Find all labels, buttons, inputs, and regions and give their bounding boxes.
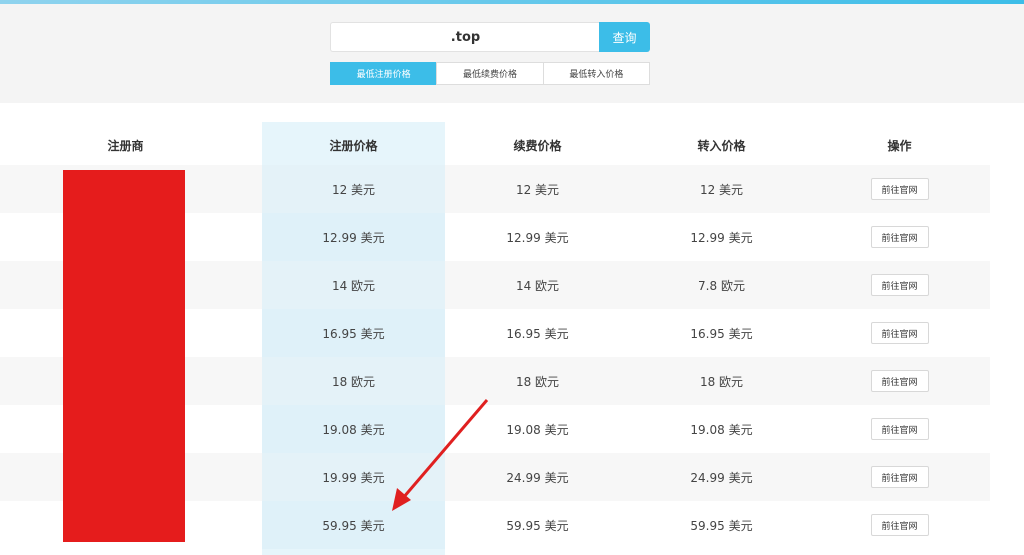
transfer-price-cell: 19.08 美元 [690, 422, 753, 437]
action-cell: 前往官网 [808, 309, 991, 357]
visit-website-button[interactable]: 前往官网 [870, 226, 929, 248]
action-cell: 前往官网 [808, 501, 991, 549]
renew-price-cell: 12.99 美元 [506, 230, 569, 245]
register-price-cell: 19.99 美元 [262, 453, 445, 501]
tab-lowest-register[interactable]: 最低注册价格 [330, 62, 438, 85]
register-price-cell: 19.08 美元 [262, 405, 445, 453]
renew-price-cell: 18 欧元 [515, 374, 560, 389]
tab-lowest-renew[interactable]: 最低续费价格 [436, 62, 544, 85]
visit-website-button[interactable]: 前往官网 [870, 514, 929, 536]
sort-tabs: 最低注册价格 最低续费价格 最低转入价格 [330, 62, 650, 85]
visit-website-button[interactable]: 前往官网 [870, 466, 929, 488]
transfer-price-cell: 24.99 美元 [690, 470, 753, 485]
transfer-price-cell: 18 欧元 [699, 374, 744, 389]
register-price-cell: 14 欧元 [262, 261, 445, 309]
search-button[interactable]: 查询 [599, 22, 650, 52]
renew-price-cell: 19.08 美元 [506, 422, 569, 437]
renew-price-cell: 14 欧元 [515, 278, 560, 293]
action-cell: 前往官网 [808, 405, 991, 453]
visit-website-button[interactable]: 前往官网 [870, 322, 929, 344]
renew-price-cell: 24.99 美元 [506, 470, 569, 485]
action-cell: 前往官网 [808, 213, 991, 261]
action-cell: 前往官网 [808, 453, 991, 501]
transfer-price-cell: 12.99 美元 [690, 230, 753, 245]
visit-website-button[interactable]: 前往官网 [870, 370, 929, 392]
transfer-price-cell: 59.95 美元 [690, 518, 753, 533]
renew-price-cell: 16.95 美元 [506, 326, 569, 341]
visit-website-button[interactable]: 前往官网 [870, 418, 929, 440]
header-renew-price[interactable]: 续费价格 [446, 122, 629, 168]
header-registrar: 注册商 [107, 138, 144, 153]
visit-website-button[interactable]: 前往官网 [870, 274, 929, 296]
header-transfer-price[interactable]: 转入价格 [630, 122, 813, 168]
renew-price-cell: 12 美元 [515, 182, 560, 197]
header-register-price[interactable]: 注册价格 [262, 122, 445, 168]
transfer-price-cell: 12 美元 [699, 182, 744, 197]
transfer-price-cell: 7.8 欧元 [698, 278, 745, 293]
register-price-cell: 16.95 美元 [262, 309, 445, 357]
header-action: 操作 [887, 138, 912, 153]
register-price-cell: 18 欧元 [262, 357, 445, 405]
register-price-cell: 12.99 美元 [262, 213, 445, 261]
action-cell: 前往官网 [808, 165, 991, 213]
visit-website-button[interactable]: 前往官网 [870, 178, 929, 200]
action-cell: 前往官网 [808, 261, 991, 309]
redacted-registrar-names [63, 170, 185, 542]
transfer-price-cell: 16.95 美元 [690, 326, 753, 341]
price-table: 注册商 注册价格 续费价格 转入价格 操作 12 美元 12 美元 12 美元 前往官… [0, 103, 1024, 555]
tab-lowest-transfer[interactable]: 最低转入价格 [542, 62, 650, 85]
action-cell: 前往官网 [808, 357, 991, 405]
register-price-cell: 12 美元 [262, 165, 445, 213]
register-price-cell: 59.95 美元 [262, 501, 445, 549]
domain-search-input[interactable]: .top [330, 22, 600, 52]
renew-price-cell: 59.95 美元 [506, 518, 569, 533]
search-area: .top 查询 最低注册价格 最低续费价格 最低转入价格 [0, 4, 1024, 103]
